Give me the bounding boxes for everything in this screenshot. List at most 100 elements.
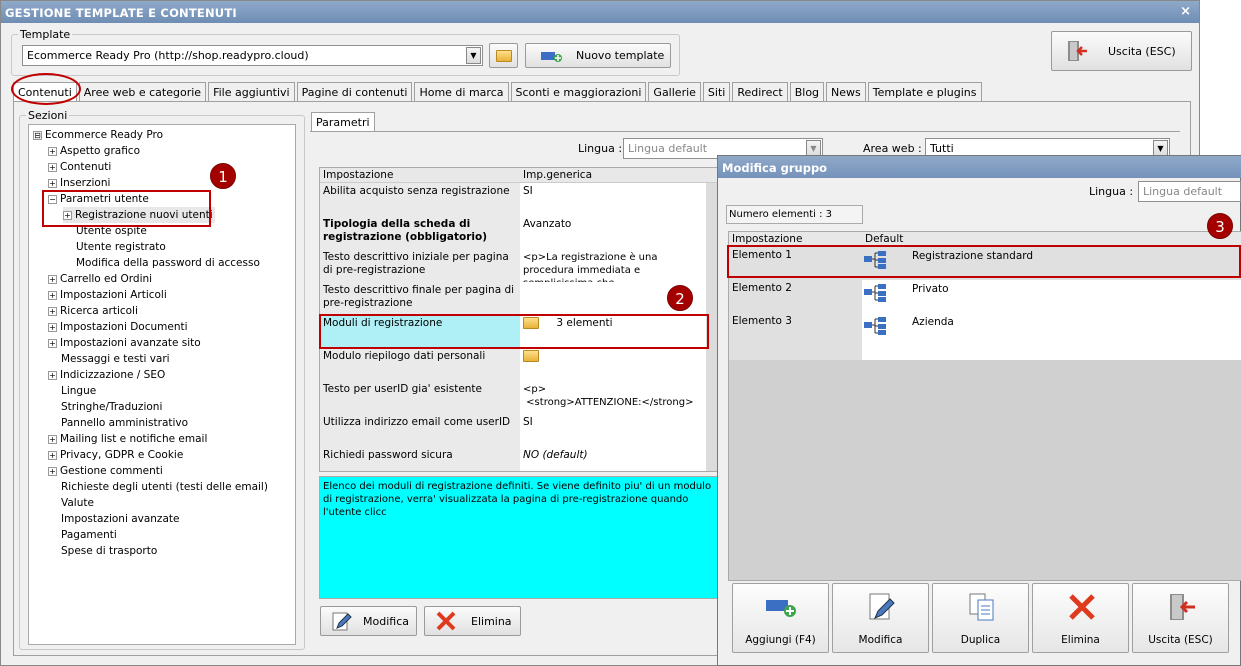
tree-node-label: Lingue	[61, 385, 97, 397]
row-value[interactable]: <p> <strong>ATTENZIONE:</strong>	[520, 381, 706, 414]
row-setting[interactable]: Testo descrittivo iniziale per pagina di…	[320, 249, 520, 282]
tab-parametri[interactable]: Parametri	[311, 112, 375, 132]
row-setting[interactable]: Richiedi password sicura	[320, 447, 520, 471]
new-template-button[interactable]: Nuovo template	[525, 43, 671, 68]
tree-node[interactable]: + Aspetto grafico	[48, 143, 140, 159]
expand-icon[interactable]: +	[48, 290, 57, 300]
expand-icon[interactable]: +	[48, 274, 57, 284]
row-setting[interactable]: Testo descrittivo finale per pagina di p…	[320, 282, 520, 315]
hierarchy-icon	[864, 317, 886, 335]
dialog-row-value-text: Azienda	[912, 316, 954, 328]
tree-node-label: Pagamenti	[61, 529, 117, 541]
row-value[interactable]: <p>La registrazione è una procedura imme…	[520, 249, 706, 282]
dialog-exit-button[interactable]: Uscita (ESC)	[1132, 583, 1229, 653]
row-setting[interactable]: Tipologia della scheda di registrazione …	[320, 216, 520, 249]
close-icon[interactable]: ×	[1180, 4, 1191, 19]
row-value[interactable]: SI	[520, 183, 706, 216]
tree-node[interactable]: ⊟ Ecommerce Ready Pro	[33, 127, 163, 143]
annotation-badge-1: 1	[210, 163, 236, 189]
tree-node-label: Aspetto grafico	[60, 145, 141, 157]
expand-icon[interactable]: +	[48, 466, 57, 476]
tab-redirect[interactable]: Redirect	[732, 82, 788, 102]
tree-node[interactable]: + Impostazioni Documenti	[48, 319, 188, 335]
tree-node[interactable]: + Mailing list e notifiche email	[48, 431, 207, 447]
row-value[interactable]: SI	[520, 414, 706, 447]
dialog-row-empty	[862, 346, 1241, 360]
expand-icon[interactable]: +	[48, 338, 57, 348]
dialog-row-setting[interactable]: Elemento 2	[729, 280, 862, 313]
tab-blog[interactable]: Blog	[789, 82, 825, 102]
row-setting[interactable]: Abilita acquisto senza registrazione	[320, 183, 520, 216]
expand-icon[interactable]: +	[48, 434, 57, 444]
duplica-button[interactable]: Duplica	[932, 583, 1029, 653]
row-value[interactable]: NO (default)	[520, 447, 706, 471]
expand-icon[interactable]: +	[48, 370, 57, 380]
expand-icon[interactable]: +	[48, 306, 57, 316]
template-legend: Template	[20, 28, 71, 41]
row-setting[interactable]: Modulo riepilogo dati personali	[320, 348, 520, 381]
dialog-row-value[interactable]: Privato	[862, 280, 1241, 313]
row-value[interactable]: Avanzato	[520, 216, 706, 249]
dialog-row-empty	[729, 346, 862, 360]
tree-node[interactable]: + Ricerca articoli	[48, 303, 138, 319]
dialog-row-value[interactable]: Azienda	[862, 313, 1241, 346]
dialog-modifica-button[interactable]: Modifica	[832, 583, 929, 653]
description-box: Elenco dei moduli di registrazione defin…	[319, 476, 719, 599]
dialog-title-bar: Modifica gruppo	[718, 156, 1241, 178]
dialog-grid: Impostazione Default Elemento 1 Registra…	[728, 231, 1241, 581]
tab-file-aggiuntivi[interactable]: File aggiuntivi	[208, 82, 295, 102]
folder-icon	[495, 49, 512, 62]
tree-node-label: Modifica della password di accesso	[76, 257, 260, 269]
tree-node[interactable]: + Inserzioni	[48, 175, 110, 191]
aggiungi-button[interactable]: Aggiungi (F4)	[732, 583, 829, 653]
expand-icon[interactable]: +	[48, 146, 57, 156]
tab-template-plugins[interactable]: Template e plugins	[867, 82, 982, 102]
tab-aree-web[interactable]: Aree web e categorie	[78, 82, 207, 102]
tab-sconti[interactable]: Sconti e maggiorazioni	[510, 82, 647, 102]
elimina-button[interactable]: Elimina	[424, 606, 521, 636]
tab-pagine-contenuti[interactable]: Pagine di contenuti	[296, 82, 413, 102]
tree-node[interactable]: + Gestione commenti	[48, 463, 163, 479]
chevron-down-icon[interactable]: ▼	[466, 47, 481, 64]
row-setting[interactable]: Testo per userID gia' esistente	[320, 381, 520, 414]
expand-icon[interactable]: +	[48, 322, 57, 332]
tree-node[interactable]: + Impostazioni avanzate sito	[48, 335, 201, 351]
tree-node[interactable]: Messaggi e testi vari	[61, 351, 170, 367]
dialog-row-setting[interactable]: Elemento 3	[729, 313, 862, 346]
tree-node-label: Gestione commenti	[60, 465, 163, 477]
tree-node[interactable]: Valute	[61, 495, 94, 511]
tree-node[interactable]: Richieste degli utenti (testi delle emai…	[61, 479, 268, 495]
tree-node[interactable]: + Contenuti	[48, 159, 111, 175]
col-header-value: Imp.generica	[520, 168, 720, 183]
tree-node[interactable]: Utente registrato	[76, 239, 166, 255]
tree-node[interactable]: + Carrello ed Ordini	[48, 271, 152, 287]
expand-icon[interactable]: +	[48, 450, 57, 460]
dialog-lingua-select[interactable]: Lingua default	[1138, 181, 1241, 202]
exit-button[interactable]: Uscita (ESC)	[1051, 31, 1192, 71]
tree-node[interactable]: Pagamenti	[61, 527, 117, 543]
tree-node[interactable]: + Privacy, GDPR e Cookie	[48, 447, 183, 463]
row-value[interactable]	[520, 348, 706, 381]
dialog-elimina-button[interactable]: Elimina	[1032, 583, 1129, 653]
tab-home-marca[interactable]: Home di marca	[414, 82, 509, 102]
tree-node[interactable]: Spese di trasporto	[61, 543, 157, 559]
row-setting[interactable]: Utilizza indirizzo email come userID	[320, 414, 520, 447]
collapse-icon[interactable]: ⊟	[33, 130, 42, 140]
tab-gallerie[interactable]: Gallerie	[648, 82, 701, 102]
template-select[interactable]: Ecommerce Ready Pro (http://shop.readypr…	[22, 45, 483, 66]
tree-node[interactable]: + Indicizzazione / SEO	[48, 367, 165, 383]
tree-node[interactable]: + Impostazioni Articoli	[48, 287, 167, 303]
tree-node[interactable]: Impostazioni avanzate	[61, 511, 179, 527]
expand-icon[interactable]: +	[48, 162, 57, 172]
tree-node-label: Utente registrato	[76, 241, 166, 253]
tree-node[interactable]: Modifica della password di accesso	[76, 255, 260, 271]
tree-node[interactable]: Stringhe/Traduzioni	[61, 399, 162, 415]
modifica-button[interactable]: Modifica	[320, 606, 417, 636]
tab-news[interactable]: News	[826, 82, 866, 102]
tab-siti[interactable]: Siti	[702, 82, 731, 102]
tree-node[interactable]: Lingue	[61, 383, 96, 399]
tree-node[interactable]: Pannello amministrativo	[61, 415, 188, 431]
tab-bar: Contenuti Aree web e categorie File aggi…	[13, 82, 984, 102]
open-folder-button[interactable]	[489, 43, 518, 68]
expand-icon[interactable]: +	[48, 178, 57, 188]
